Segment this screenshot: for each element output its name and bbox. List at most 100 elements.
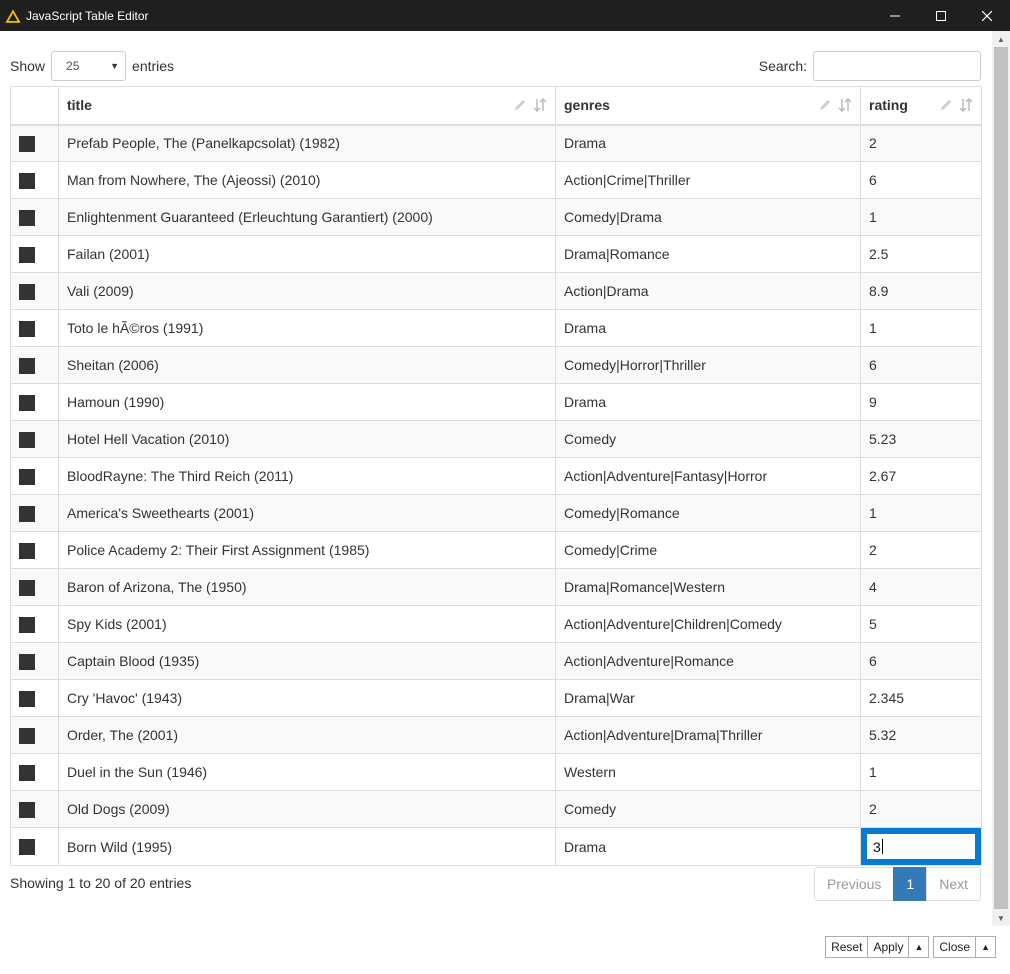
cell-genres[interactable]: Drama|War	[555, 679, 861, 717]
pencil-icon[interactable]	[818, 98, 832, 112]
cell-title[interactable]: America's Sweethearts (2001)	[58, 494, 556, 532]
row-select-cell[interactable]	[10, 531, 59, 569]
table-row[interactable]: Sheitan (2006) Comedy|Horror|Thriller 6	[10, 346, 982, 384]
row-checkbox[interactable]	[19, 135, 35, 152]
cell-genres[interactable]: Action|Crime|Thriller	[555, 161, 861, 199]
next-page-button[interactable]: Next	[926, 867, 981, 901]
reset-button[interactable]: Reset	[825, 936, 869, 958]
cell-rating[interactable]: 5.32	[860, 716, 982, 754]
cell-genres[interactable]: Drama	[555, 309, 861, 347]
row-select-cell[interactable]	[10, 346, 59, 384]
cell-rating[interactable]: 2	[860, 124, 982, 162]
column-header-genres[interactable]: genres	[555, 86, 861, 126]
cell-rating[interactable]: 8.9	[860, 272, 982, 310]
cell-genres[interactable]: Comedy	[555, 420, 861, 458]
cell-rating[interactable]: 1	[860, 309, 982, 347]
cell-title[interactable]: Captain Blood (1935)	[58, 642, 556, 680]
row-checkbox[interactable]	[19, 505, 35, 522]
row-checkbox[interactable]	[19, 579, 35, 596]
row-checkbox[interactable]	[19, 431, 35, 448]
maximize-button[interactable]	[918, 0, 964, 31]
cell-title[interactable]: Prefab People, The (Panelkapcsolat) (198…	[58, 124, 556, 162]
sort-icon[interactable]	[959, 98, 973, 112]
cell-title[interactable]: Born Wild (1995)	[58, 827, 556, 866]
row-checkbox[interactable]	[19, 727, 35, 744]
cell-genres[interactable]: Drama	[555, 827, 861, 866]
cell-rating[interactable]: 1	[860, 753, 982, 791]
cell-rating[interactable]: 2	[860, 790, 982, 828]
column-header-title[interactable]: title	[58, 86, 556, 126]
column-header-rating[interactable]: rating	[860, 86, 982, 126]
cell-genres[interactable]: Drama	[555, 383, 861, 421]
close-button[interactable]: Close	[933, 936, 977, 958]
table-row[interactable]: Enlightenment Guaranteed (Erleuchtung Ga…	[10, 198, 982, 236]
table-row[interactable]: Failan (2001) Drama|Romance 2.5	[10, 235, 982, 273]
cell-rating[interactable]: 4	[860, 568, 982, 606]
cell-title[interactable]: Duel in the Sun (1946)	[58, 753, 556, 791]
sort-icon[interactable]	[838, 98, 852, 112]
page-1-button[interactable]: 1	[893, 867, 928, 901]
cell-title[interactable]: BloodRayne: The Third Reich (2011)	[58, 457, 556, 495]
row-checkbox[interactable]	[19, 172, 35, 189]
cell-genres[interactable]: Action|Adventure|Romance	[555, 642, 861, 680]
cell-rating[interactable]: 5	[860, 605, 982, 643]
cell-title[interactable]: Sheitan (2006)	[58, 346, 556, 384]
row-select-cell[interactable]	[10, 753, 59, 791]
cell-title[interactable]: Enlightenment Guaranteed (Erleuchtung Ga…	[58, 198, 556, 236]
apply-options-button[interactable]: ▲	[908, 936, 930, 958]
table-row[interactable]: Hotel Hell Vacation (2010) Comedy 5.23	[10, 420, 982, 458]
cell-rating[interactable]: 9	[860, 383, 982, 421]
row-checkbox[interactable]	[19, 468, 35, 485]
row-select-cell[interactable]	[10, 790, 59, 828]
cell-title[interactable]: Toto le hÃ©ros (1991)	[58, 309, 556, 347]
cell-title[interactable]: Spy Kids (2001)	[58, 605, 556, 643]
rating-edit-input[interactable]: 3	[864, 831, 978, 862]
cell-genres[interactable]: Action|Adventure|Fantasy|Horror	[555, 457, 861, 495]
cell-title[interactable]: Old Dogs (2009)	[58, 790, 556, 828]
row-select-cell[interactable]	[10, 568, 59, 606]
row-checkbox[interactable]	[19, 320, 35, 337]
cell-rating[interactable]: 6	[860, 642, 982, 680]
cell-title[interactable]: Hamoun (1990)	[58, 383, 556, 421]
table-row[interactable]: Duel in the Sun (1946) Western 1	[10, 753, 982, 791]
scrollbar-thumb[interactable]	[994, 47, 1008, 909]
minimize-button[interactable]	[872, 0, 918, 31]
table-row[interactable]: America's Sweethearts (2001) Comedy|Roman…	[10, 494, 982, 532]
cell-rating[interactable]: 2.67	[860, 457, 982, 495]
cell-title[interactable]: Cry 'Havoc' (1943)	[58, 679, 556, 717]
row-checkbox[interactable]	[19, 209, 35, 226]
row-select-cell[interactable]	[10, 716, 59, 754]
row-checkbox[interactable]	[19, 542, 35, 559]
vertical-scrollbar[interactable]: ▲ ▼	[992, 31, 1010, 926]
row-select-cell[interactable]	[10, 642, 59, 680]
cell-genres[interactable]: Drama	[555, 124, 861, 162]
row-select-cell[interactable]	[10, 235, 59, 273]
cell-rating[interactable]: 2.345	[860, 679, 982, 717]
row-select-cell[interactable]	[10, 494, 59, 532]
row-checkbox[interactable]	[19, 839, 35, 856]
table-row[interactable]: Captain Blood (1935) Action|Adventure|Rom…	[10, 642, 982, 680]
pencil-icon[interactable]	[939, 98, 953, 112]
cell-rating[interactable]: 3	[860, 827, 982, 866]
table-row[interactable]: Baron of Arizona, The (1950) Drama|Romanc…	[10, 568, 982, 606]
scroll-up-icon[interactable]: ▲	[992, 31, 1010, 47]
table-row[interactable]: Toto le hÃ©ros (1991) Drama 1	[10, 309, 982, 347]
search-input[interactable]	[813, 51, 981, 81]
page-length-select[interactable]: 25 ▼	[51, 51, 127, 81]
apply-button[interactable]: Apply	[867, 936, 910, 958]
row-checkbox[interactable]	[19, 801, 35, 818]
cell-title[interactable]: Police Academy 2: Their First Assignment…	[58, 531, 556, 569]
cell-genres[interactable]: Comedy|Romance	[555, 494, 861, 532]
cell-rating[interactable]: 1	[860, 494, 982, 532]
row-select-cell[interactable]	[10, 383, 59, 421]
row-checkbox[interactable]	[19, 357, 35, 374]
row-select-cell[interactable]	[10, 420, 59, 458]
table-row[interactable]: Prefab People, The (Panelkapcsolat) (198…	[10, 124, 982, 162]
row-select-cell[interactable]	[10, 124, 59, 162]
table-row[interactable]: Police Academy 2: Their First Assignment…	[10, 531, 982, 569]
cell-genres[interactable]: Drama|Romance	[555, 235, 861, 273]
row-checkbox[interactable]	[19, 616, 35, 633]
cell-rating[interactable]: 1	[860, 198, 982, 236]
row-checkbox[interactable]	[19, 690, 35, 707]
table-row[interactable]: Spy Kids (2001) Action|Adventure|Children…	[10, 605, 982, 643]
